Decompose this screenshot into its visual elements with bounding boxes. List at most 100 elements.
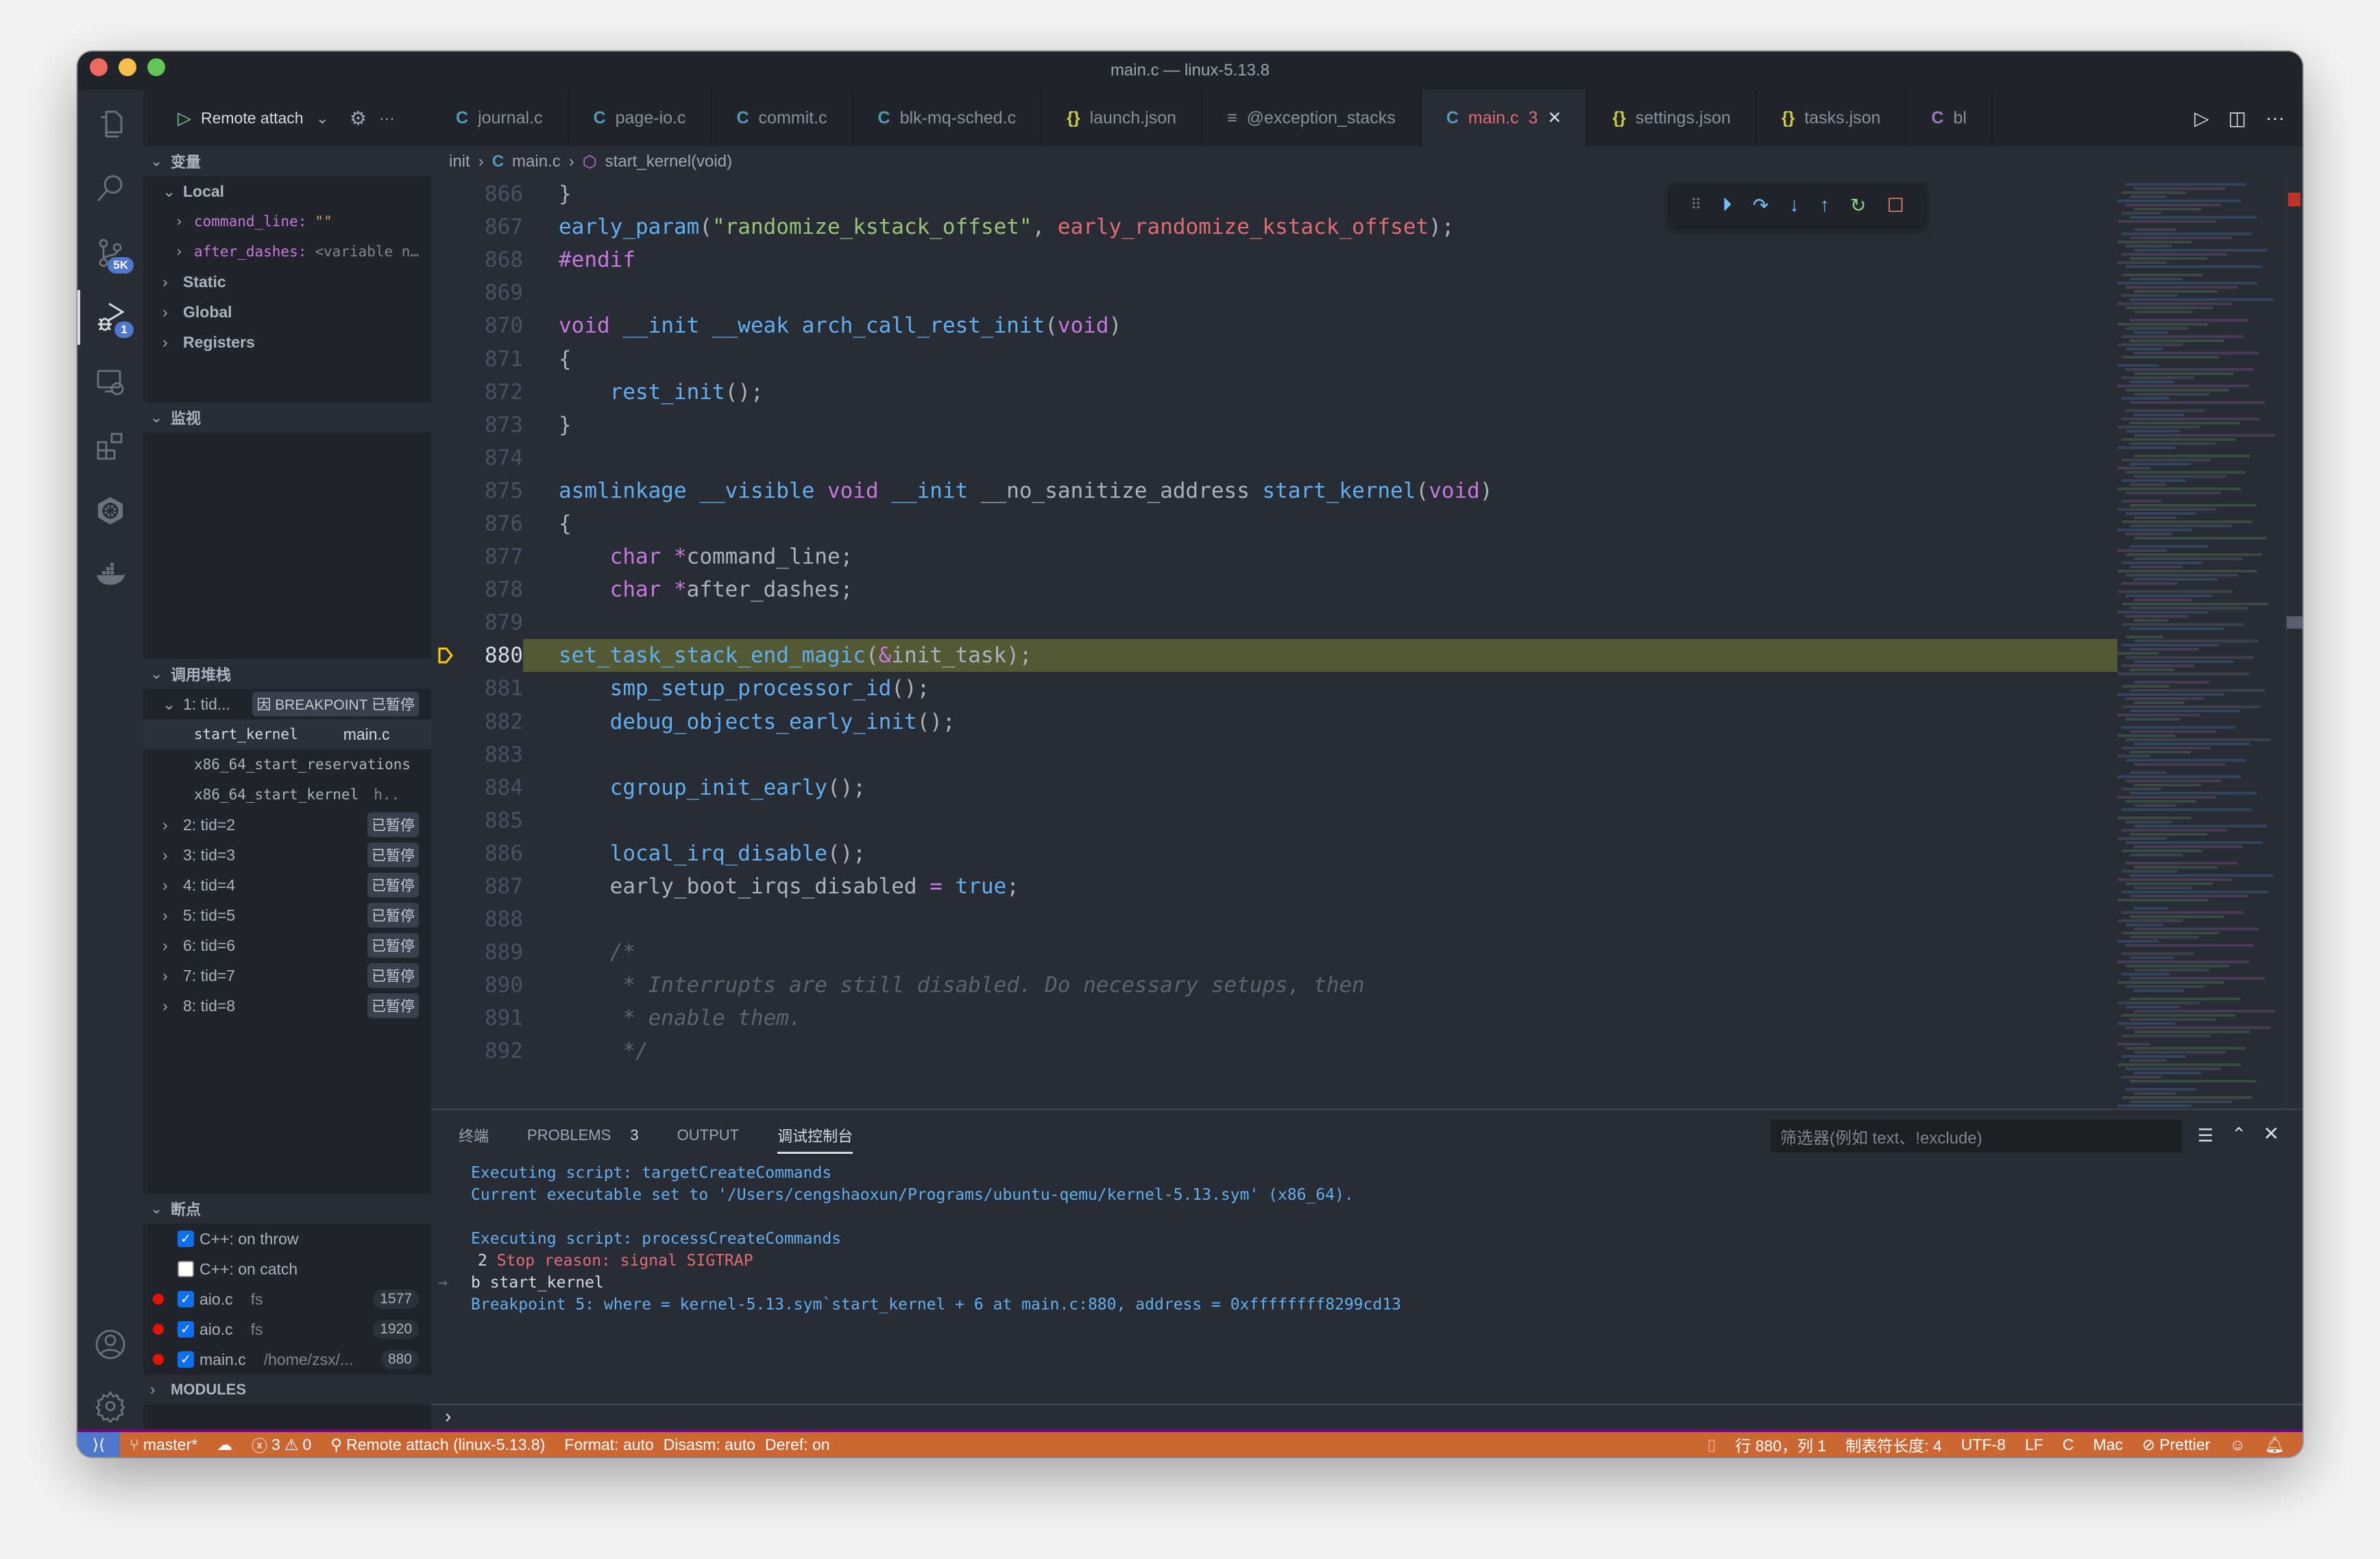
panel-tab[interactable]: 终端: [459, 1124, 489, 1146]
chevron-down-icon[interactable]: ⌄: [316, 109, 329, 128]
editor-tab[interactable]: C journal.c: [431, 90, 569, 146]
remote-explorer-button[interactable]: [77, 354, 143, 409]
maximize-panel-icon[interactable]: ⌃: [2231, 1124, 2246, 1145]
breakpoint-checkbox[interactable]: ✓: [178, 1321, 194, 1338]
code-line[interactable]: 874: [431, 442, 2117, 474]
database-status[interactable]: ▯: [1698, 1436, 1726, 1454]
code-line[interactable]: 887 early_boot_irqs_disabled = true;: [431, 870, 2117, 903]
git-branch-status[interactable]: ⑂ master*: [120, 1436, 207, 1454]
encoding[interactable]: UTF-8: [1952, 1436, 2015, 1454]
code-line[interactable]: 870 void __init __weak arch_call_rest_ini…: [431, 309, 2117, 342]
scrollbar-thumb[interactable]: [2287, 616, 2303, 629]
eol[interactable]: LF: [2015, 1436, 2053, 1454]
extensions-button[interactable]: [77, 419, 143, 474]
remote-indicator[interactable]: ⟩⟨: [77, 1432, 120, 1457]
tab-size[interactable]: 制表符长度: 4: [1836, 1433, 1952, 1456]
thread-item[interactable]: › 7: tid=7 已暂停: [143, 960, 431, 991]
editor-tab[interactable]: C commit.c: [712, 90, 853, 146]
breakpoint-item[interactable]: ✓ aio.c fs 1577: [143, 1284, 431, 1314]
thread-item[interactable]: › 4: tid=4 已暂停: [143, 870, 431, 900]
scope-registers[interactable]: › Registers: [143, 327, 431, 357]
docker-button[interactable]: [77, 548, 143, 603]
format-status[interactable]: Format: auto: [555, 1436, 663, 1454]
platform[interactable]: Mac: [2083, 1436, 2132, 1454]
manage-button[interactable]: [77, 1379, 143, 1434]
editor-tab[interactable]: {} settings.json: [1588, 90, 1757, 146]
code-line[interactable]: 882 debug_objects_early_init();: [431, 705, 2117, 738]
editor-tab[interactable]: {} launch.json: [1042, 90, 1203, 146]
explorer-button[interactable]: [77, 97, 143, 152]
current-line[interactable]: 880 set_task_stack_end_magic(& init_task)…: [431, 639, 2117, 673]
thread-item[interactable]: › 2: tid=2 已暂停: [143, 810, 431, 840]
editor-tab[interactable]: C blk-mq-sched.c: [853, 90, 1043, 146]
editor-scrollbar[interactable]: [2286, 178, 2303, 1147]
editor-tab[interactable]: ≡ @exception_stacks: [1202, 90, 1422, 146]
stack-frame[interactable]: x86_64_start_kernel h..: [143, 780, 431, 810]
breakpoint-checkbox[interactable]: ✓: [178, 1291, 194, 1307]
code-line[interactable]: 876 {: [431, 507, 2117, 540]
thread-item[interactable]: ⌄ 1: tid... 因 BREAKPOINT 已暂停: [143, 689, 431, 719]
minimize-window-button[interactable]: [119, 58, 136, 76]
code-line[interactable]: 886 local_irq_disable();: [431, 837, 2117, 870]
scope-static[interactable]: › Static: [143, 267, 431, 297]
code-line[interactable]: 879: [431, 606, 2117, 639]
editor-tab[interactable]: {} tasks.json: [1757, 90, 1907, 146]
breakpoint-checkbox[interactable]: ✓: [178, 1231, 194, 1247]
cursor-position[interactable]: 行 880，列 1: [1725, 1433, 1836, 1456]
code-line[interactable]: 889 /*: [431, 936, 2117, 969]
code-editor[interactable]: 866} 867 early_param("randomize_kstack_off…: [431, 178, 2117, 1147]
breadcrumb-file[interactable]: main.c: [512, 152, 561, 171]
breakpoint-item[interactable]: ✓ main.c /home/zsx/... 880: [143, 1344, 431, 1375]
deref-status[interactable]: Deref: on: [765, 1436, 840, 1454]
stop-icon[interactable]: ☐: [1887, 194, 1904, 217]
variable-item[interactable]: › after_dashes: <variable n…: [143, 237, 431, 267]
callstack-section-header[interactable]: ⌄ 调用堆栈: [143, 659, 431, 689]
prettier-status[interactable]: ⊘ Prettier: [2133, 1436, 2220, 1454]
gear-icon[interactable]: ⚙: [350, 107, 367, 130]
more-actions-icon[interactable]: ···: [2266, 107, 2285, 129]
disasm-status[interactable]: Disasm: auto: [664, 1436, 765, 1454]
console-filter-input[interactable]: 筛选器(例如 text、!exclude): [1771, 1120, 2182, 1152]
editor-tab[interactable]: C main.c 3 ✕: [1421, 90, 1588, 146]
breakpoints-section-header[interactable]: ⌄ 断点: [143, 1194, 431, 1224]
code-line[interactable]: 873}: [431, 409, 2117, 442]
breakpoint-item[interactable]: C++: on catch: [143, 1254, 431, 1284]
thread-item[interactable]: › 8: tid=8 已暂停: [143, 991, 431, 1021]
scope-global[interactable]: › Global: [143, 297, 431, 327]
breakpoint-stopped-icon[interactable]: [438, 647, 453, 664]
debug-status[interactable]: ⚲ Remote attach (linux-5.13.8): [321, 1436, 555, 1454]
panel-tab[interactable]: 调试控制台: [777, 1124, 853, 1154]
stack-frame[interactable]: x86_64_start_reservations: [143, 749, 431, 780]
step-into-icon[interactable]: ↓: [1789, 194, 1799, 216]
code-line[interactable]: 881 smp_setup_processor_id();: [431, 672, 2117, 705]
breadcrumb-symbol[interactable]: start_kernel(void): [605, 152, 732, 171]
thread-item[interactable]: › 6: tid=6 已暂停: [143, 930, 431, 960]
search-button[interactable]: [77, 161, 143, 216]
code-line[interactable]: 884 cgroup_init_early();: [431, 771, 2117, 804]
notifications-button[interactable]: 🔔︎: [2255, 1436, 2303, 1454]
accounts-button[interactable]: [77, 1317, 143, 1372]
split-editor-icon[interactable]: ◫: [2229, 107, 2246, 130]
run-file-icon[interactable]: ▷: [2194, 107, 2209, 130]
drag-handle-icon[interactable]: ⠿: [1690, 196, 1701, 214]
stack-frame[interactable]: start_kernel main.c: [143, 719, 431, 749]
modules-section-header[interactable]: › MODULES: [143, 1375, 431, 1405]
editor-tab[interactable]: C page-io.c: [569, 90, 712, 146]
restart-icon[interactable]: ↻: [1850, 194, 1866, 217]
close-panel-icon[interactable]: ✕: [2263, 1122, 2279, 1145]
close-tab-icon[interactable]: ✕: [1547, 108, 1562, 128]
breakpoint-checkbox[interactable]: ✓: [178, 1351, 194, 1368]
code-line[interactable]: 878 char *after_dashes;: [431, 573, 2117, 606]
breakpoint-item[interactable]: ✓ aio.c fs 1920: [143, 1314, 431, 1344]
code-line[interactable]: 892 */: [431, 1035, 2117, 1067]
debug-config-select[interactable]: Remote attach: [201, 109, 304, 128]
code-line[interactable]: 888: [431, 903, 2117, 936]
breakpoint-checkbox[interactable]: [178, 1261, 194, 1277]
start-debugging-icon[interactable]: ▷: [178, 108, 191, 129]
breakpoint-item[interactable]: ✓ C++: on throw: [143, 1224, 431, 1254]
feedback-button[interactable]: ☺: [2220, 1436, 2255, 1454]
maximize-window-button[interactable]: [147, 58, 165, 76]
thread-item[interactable]: › 3: tid=3 已暂停: [143, 840, 431, 870]
code-line[interactable]: 885: [431, 804, 2117, 837]
thread-item[interactable]: › 5: tid=5 已暂停: [143, 900, 431, 930]
